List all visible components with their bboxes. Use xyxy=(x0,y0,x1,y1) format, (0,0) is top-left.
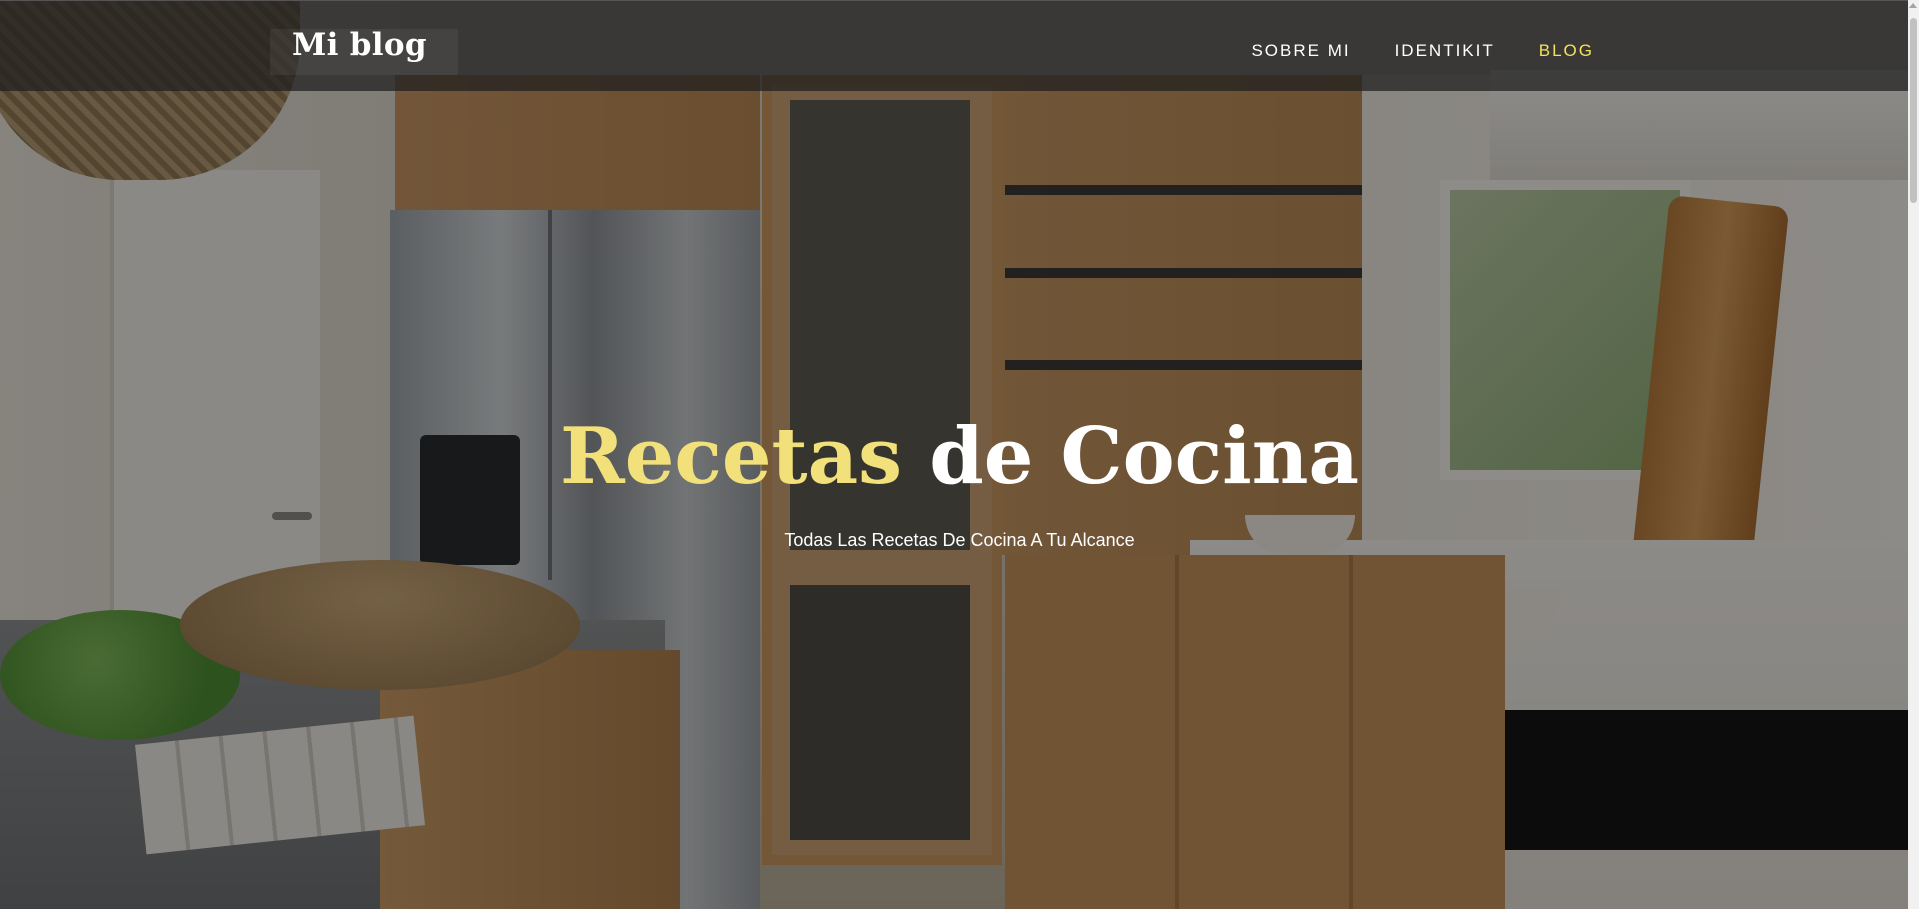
hero-subtitle: Todas Las Recetas De Cocina A Tu Alcance xyxy=(784,530,1135,550)
hero-title-accent: Recetas xyxy=(559,411,903,502)
main-nav: SOBRE MI IDENTIKIT BLOG xyxy=(1251,41,1594,61)
nav-link-blog[interactable]: BLOG xyxy=(1539,41,1594,61)
scroll-up-arrow-icon[interactable] xyxy=(1909,3,1917,8)
hero-title-rest: de Cocina xyxy=(929,411,1360,502)
brand-logo-link[interactable]: Mi blog xyxy=(292,27,427,63)
hero-title: Recetas de Cocina xyxy=(0,418,1919,496)
nav-link-identikit[interactable]: IDENTIKIT xyxy=(1395,41,1495,61)
navbar: Mi blog SOBRE MI IDENTIKIT BLOG xyxy=(0,0,1919,91)
scrollbar-thumb[interactable] xyxy=(1910,18,1917,203)
page-scrollbar[interactable] xyxy=(1908,0,1919,909)
nav-link-sobre-mi[interactable]: SOBRE MI xyxy=(1251,41,1350,61)
